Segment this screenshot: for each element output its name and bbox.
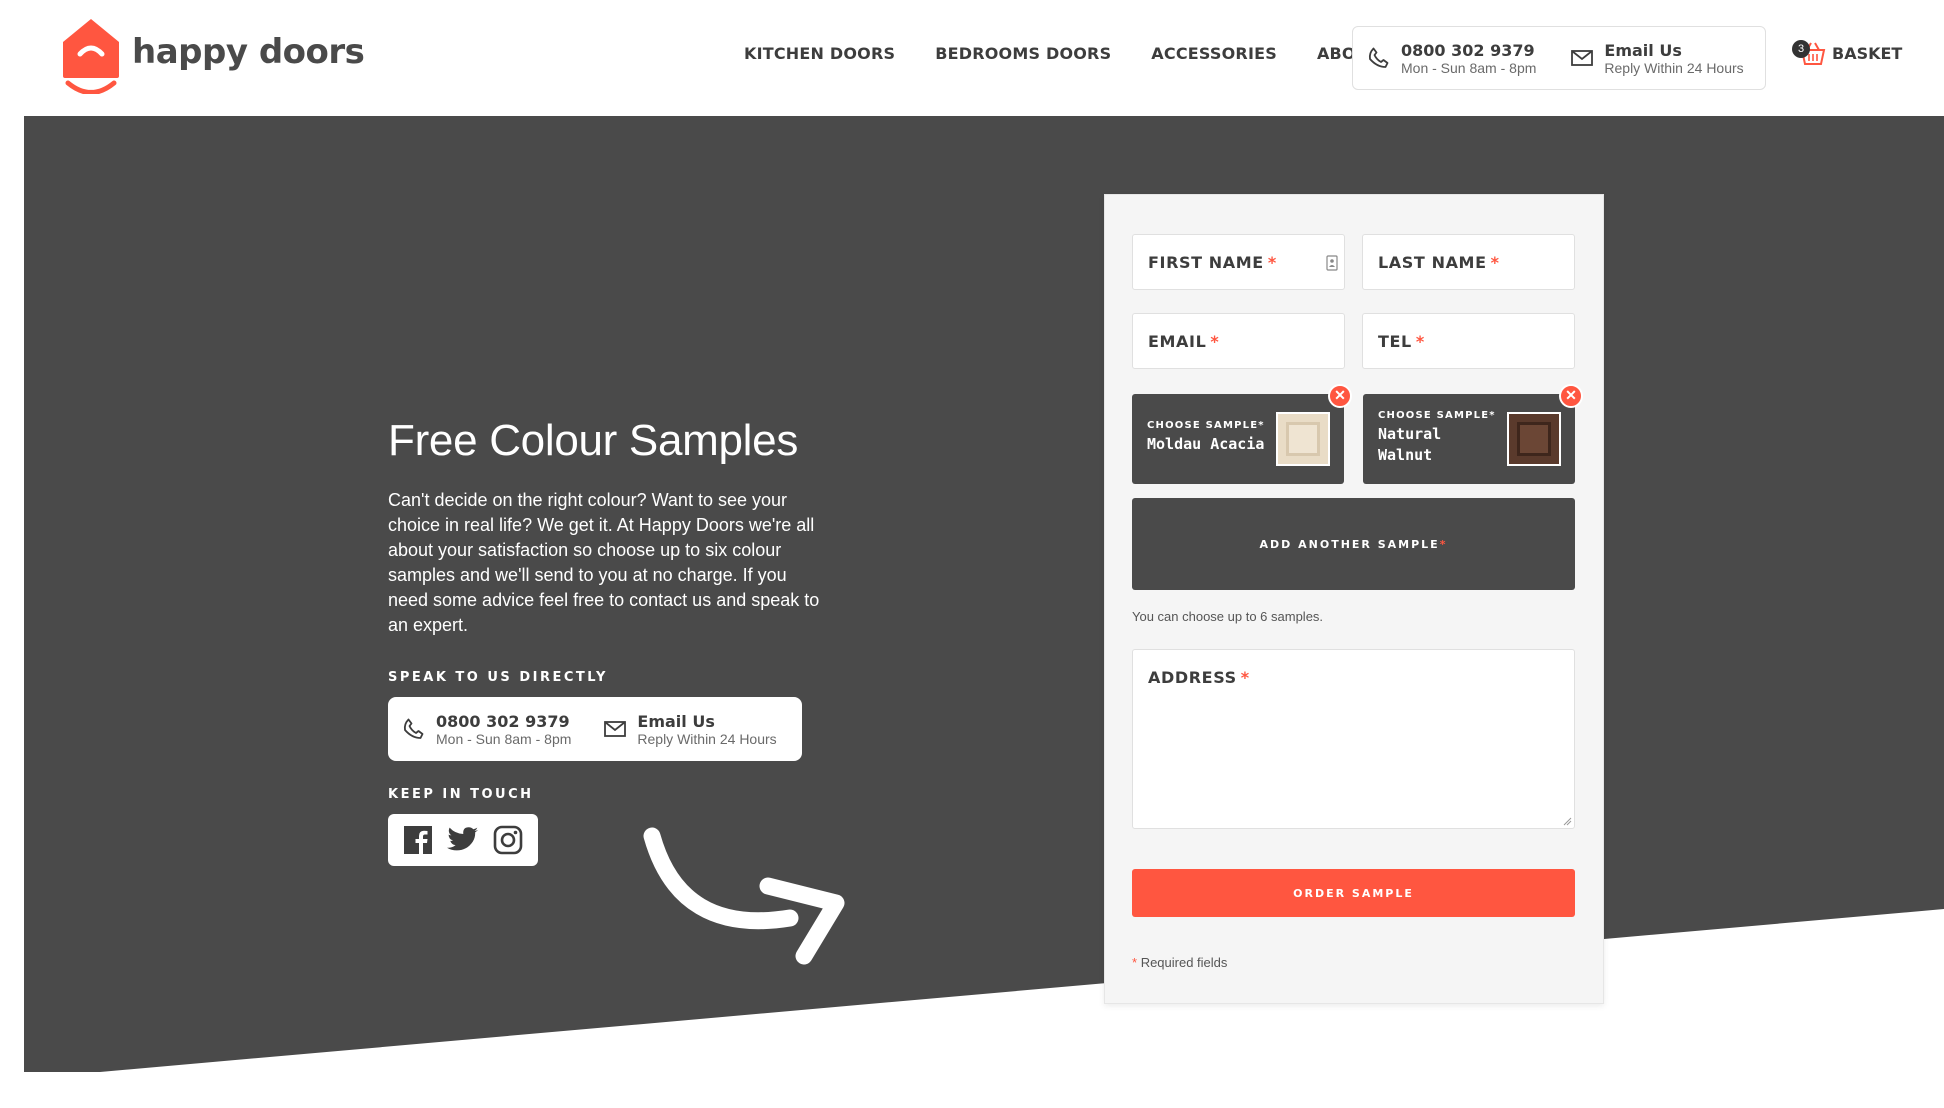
first-name-label: FIRST NAME * [1148, 253, 1277, 272]
sample-thumbnail-1 [1276, 412, 1330, 466]
main-nav: KITCHEN DOORS BEDROOMS DOORS ACCESSORIES… [744, 44, 1420, 63]
sample-label: CHOOSE SAMPLE* [1378, 410, 1496, 421]
tel-field[interactable]: TEL * [1362, 313, 1575, 369]
speak-email-link[interactable]: Email Us Reply Within 24 Hours [603, 711, 777, 747]
logo[interactable]: happy doors [62, 18, 365, 94]
sample-card-1[interactable]: CHOOSE SAMPLE* Moldau Acacia ✕ [1132, 384, 1352, 484]
last-name-field[interactable]: LAST NAME * [1362, 234, 1575, 290]
hero-content: Free Colour Samples Can't decide on the … [388, 416, 828, 866]
header-phone-number: 0800 302 9379 [1401, 40, 1535, 60]
first-name-text: FIRST NAME [1148, 253, 1264, 272]
tel-label: TEL * [1378, 332, 1425, 351]
nav-kitchen-doors[interactable]: KITCHEN DOORS [744, 44, 895, 63]
email-label: EMAIL * [1148, 332, 1219, 351]
order-sample-button[interactable]: ORDER SAMPLE [1132, 869, 1575, 917]
nav-bedroom-doors[interactable]: BEDROOMS DOORS [935, 44, 1111, 63]
remove-sample-button-2[interactable]: ✕ [1559, 384, 1583, 408]
hero-description: Can't decide on the right colour? Want t… [388, 490, 820, 635]
required-mark: * [1132, 955, 1138, 970]
logo-wordmark: happy doors [132, 32, 365, 72]
add-sample-text: ADD ANOTHER SAMPLE [1259, 537, 1440, 551]
hero-background [24, 116, 1944, 1072]
resize-handle-icon[interactable] [1563, 817, 1572, 826]
sample-limit-note: You can choose up to 6 samples. [1132, 609, 1324, 624]
keep-in-touch-label: KEEP IN TOUCH [388, 787, 534, 802]
arrow-decoration [643, 827, 845, 965]
required-mark: * [1267, 253, 1277, 272]
sample-card-2[interactable]: CHOOSE SAMPLE* Natural Walnut ✕ [1363, 384, 1583, 484]
sample-name-2: Natural Walnut [1378, 425, 1442, 464]
required-mark: * [1489, 410, 1496, 421]
header-phone-hours: Mon - Sun 8am - 8pm [1401, 59, 1537, 76]
basket-link[interactable]: 3 BASKET [1792, 40, 1902, 66]
address-label: ADDRESS * [1148, 668, 1250, 687]
header-phone-link[interactable]: 0800 302 9379 Mon - Sun 8am - 8pm [1367, 41, 1536, 76]
speak-phone-number: 0800 302 9379 [436, 711, 570, 731]
remove-sample-button-1[interactable]: ✕ [1328, 384, 1352, 408]
sample-order-form: FIRST NAME * LAST NAME * EMAIL * TEL * CHOOS… [1104, 194, 1604, 1004]
sample-thumbnail-2 [1507, 412, 1561, 466]
required-mark: * [1490, 253, 1500, 272]
tel-text: TEL [1378, 332, 1412, 351]
hero-section: Free Colour Samples Can't decide on the … [24, 116, 1944, 1072]
last-name-text: LAST NAME [1378, 253, 1487, 272]
sample-label-text: CHOOSE SAMPLE [1147, 420, 1259, 431]
required-mark: * [1240, 668, 1250, 687]
site-header: happy doors KITCHEN DOORS BEDROOMS DOORS… [0, 0, 1944, 116]
first-name-field[interactable]: FIRST NAME * [1132, 234, 1345, 290]
speak-label: SPEAK TO US DIRECTLY [388, 670, 608, 685]
twitter-icon[interactable] [447, 826, 479, 854]
nav-accessories[interactable]: ACCESSORIES [1151, 44, 1277, 63]
required-fields-note: * Required fields [1132, 955, 1227, 970]
required-mark: * [1258, 420, 1265, 431]
speak-phone-hours: Mon - Sun 8am - 8pm [436, 730, 572, 747]
header-contact-box: 0800 302 9379 Mon - Sun 8am - 8pm Email … [1352, 26, 1766, 90]
required-mark: * [1439, 537, 1448, 551]
address-text: ADDRESS [1148, 668, 1237, 687]
mail-icon [1571, 50, 1594, 66]
required-mark: * [1210, 332, 1220, 351]
mail-icon [604, 721, 627, 737]
sample-name-1: Moldau Acacia [1147, 435, 1265, 453]
header-email-sub: Reply Within 24 Hours [1604, 59, 1744, 76]
speak-phone-link[interactable]: 0800 302 9379 Mon - Sun 8am - 8pm [402, 712, 571, 747]
required-mark: * [1415, 332, 1425, 351]
instagram-icon[interactable] [493, 825, 523, 855]
autofill-contact-icon[interactable] [1326, 255, 1338, 271]
add-sample-button[interactable]: ADD ANOTHER SAMPLE * [1132, 498, 1575, 590]
social-links [388, 814, 538, 866]
speak-contact-box: 0800 302 9379 Mon - Sun 8am - 8pm Email … [388, 697, 802, 761]
header-email-link[interactable]: Email Us Reply Within 24 Hours [1570, 40, 1744, 76]
sample-label-text: CHOOSE SAMPLE [1378, 410, 1490, 421]
speak-email-sub: Reply Within 24 Hours [637, 730, 777, 747]
address-field[interactable]: ADDRESS * [1132, 649, 1575, 829]
page-title: Free Colour Samples [388, 416, 799, 465]
basket-count-badge: 3 [1792, 40, 1810, 58]
speak-email-label: Email Us [637, 711, 715, 731]
last-name-label: LAST NAME * [1378, 253, 1500, 272]
email-field[interactable]: EMAIL * [1132, 313, 1345, 369]
basket-label: BASKET [1832, 43, 1903, 63]
header-email-label: Email Us [1604, 40, 1682, 60]
phone-icon [403, 718, 424, 739]
required-note-text: Required fields [1140, 955, 1228, 970]
email-text: EMAIL [1148, 332, 1207, 351]
facebook-icon[interactable] [403, 825, 433, 855]
logo-house-icon [63, 19, 119, 94]
sample-label: CHOOSE SAMPLE* [1147, 420, 1265, 431]
phone-icon [1368, 47, 1389, 68]
